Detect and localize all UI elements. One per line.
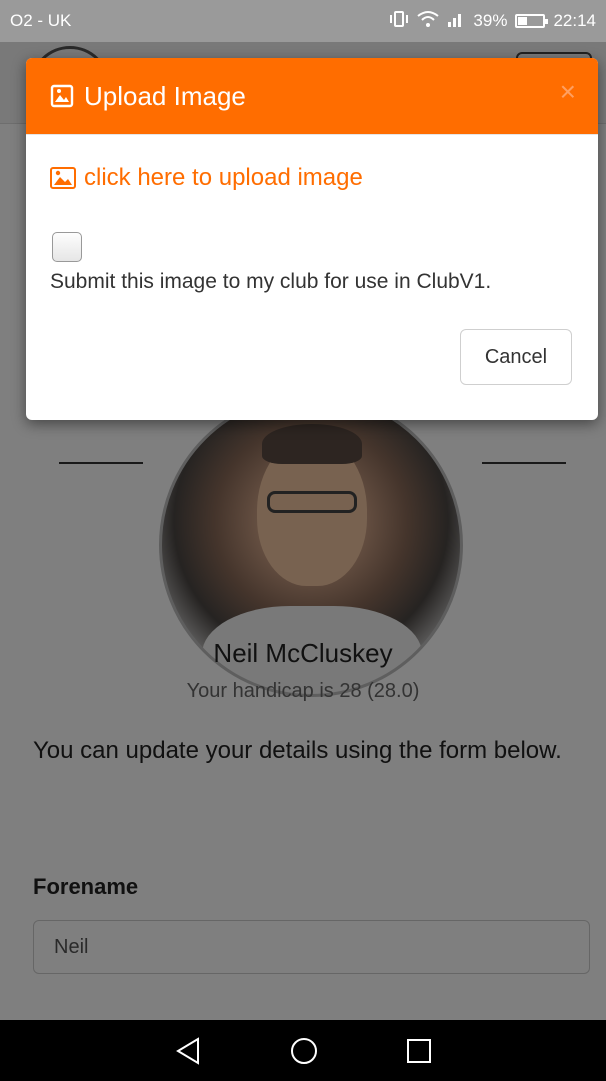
signal-icon: [447, 11, 465, 32]
image-file-icon: [50, 84, 74, 108]
clock: 22:14: [553, 11, 596, 30]
upload-link-text: click here to upload image: [84, 164, 363, 191]
recent-apps-icon[interactable]: [406, 1038, 432, 1064]
upload-image-link[interactable]: click here to upload image: [50, 164, 363, 192]
battery-icon: [515, 14, 549, 28]
wifi-icon: [417, 10, 440, 33]
system-nav-bar: [0, 1020, 606, 1081]
home-icon[interactable]: [289, 1036, 319, 1066]
submit-to-club-checkbox[interactable]: [52, 232, 82, 262]
cancel-button[interactable]: Cancel: [460, 329, 572, 385]
modal-header: Upload Image ×: [26, 58, 598, 135]
carrier-label: O2 - UK: [10, 11, 72, 30]
back-icon[interactable]: [174, 1036, 202, 1066]
vibrate-icon: [389, 10, 409, 33]
status-bar: O2 - UK 39% 22:14: [0, 0, 606, 42]
modal-title: Upload Image: [84, 80, 246, 111]
picture-icon: [50, 167, 76, 189]
battery-percent: 39%: [473, 11, 508, 30]
upload-image-modal: Upload Image × click here to upload imag…: [26, 58, 598, 420]
submit-to-club-label: Submit this image to my club for use in …: [50, 270, 492, 293]
close-button[interactable]: ×: [560, 78, 576, 106]
status-indicators: 39% 22:14: [389, 10, 596, 33]
